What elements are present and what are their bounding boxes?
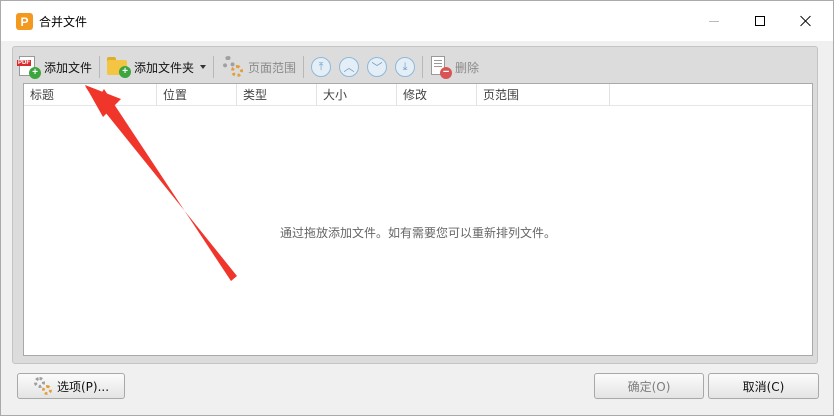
page-range-label: 页面范围 <box>248 60 297 75</box>
toolbar: PDF + 添加文件 + 添加文件夹 页面范围 ⤒ ︿ ﹀ ⤓ − 删除 <box>13 51 815 83</box>
maximize-button[interactable] <box>737 1 783 41</box>
close-button[interactable] <box>783 1 829 41</box>
options-label: 选项(P)... <box>56 379 110 394</box>
toolbar-separator <box>213 56 215 78</box>
toolbar-separator <box>99 56 101 78</box>
move-up-icon[interactable]: ︿ <box>339 57 360 77</box>
column-header-page-range[interactable]: 页范围 <box>477 84 610 106</box>
maximize-icon <box>755 16 765 26</box>
options-button[interactable]: 选项(P)... <box>17 373 125 399</box>
file-list[interactable]: 标题 位置 类型 大小 修改 页范围 通过拖放添加文件。如有需要您可以重新排列文… <box>23 83 813 356</box>
cancel-label: 取消(C) <box>742 379 785 394</box>
page-range-button[interactable]: 页面范围 <box>217 53 300 81</box>
add-folder-button[interactable]: + 添加文件夹 <box>103 53 210 81</box>
column-header-title[interactable]: 标题 <box>24 84 157 106</box>
delete-button[interactable]: − 删除 <box>426 53 483 81</box>
add-folder-icon: + <box>107 56 132 78</box>
chevron-down-icon[interactable] <box>200 65 207 69</box>
delete-file-icon: − <box>430 55 453 79</box>
title-bar: P 合并文件 <box>1 1 833 41</box>
empty-list-hint: 通过拖放添加文件。如有需要您可以重新排列文件。 <box>279 226 556 240</box>
app-logo-icon: P <box>16 13 33 30</box>
minimize-button[interactable] <box>691 1 737 41</box>
minimize-icon <box>709 20 719 22</box>
move-down-icon[interactable]: ﹀ <box>367 57 388 77</box>
add-folder-label: 添加文件夹 <box>134 60 195 75</box>
merge-files-window: P 合并文件 PDF + 添加文件 + 添加文件夹 页面范围 ⤒ ︿ ﹀ ⤓ −… <box>0 0 834 416</box>
move-to-top-icon[interactable]: ⤒ <box>311 57 332 77</box>
add-pdf-file-icon: PDF + <box>17 55 41 79</box>
file-list-header: 标题 位置 类型 大小 修改 页范围 <box>24 84 812 106</box>
column-header-size[interactable]: 大小 <box>317 84 397 106</box>
ok-button[interactable]: 确定(O) <box>594 373 704 399</box>
gear-icon <box>221 55 245 79</box>
column-header-type[interactable]: 类型 <box>237 84 317 106</box>
move-to-bottom-icon[interactable]: ⤓ <box>395 57 416 77</box>
close-icon <box>800 15 812 27</box>
cancel-button[interactable]: 取消(C) <box>708 373 819 399</box>
window-title: 合并文件 <box>39 15 88 29</box>
ok-label: 确定(O) <box>627 379 671 394</box>
add-file-button[interactable]: PDF + 添加文件 <box>13 53 96 81</box>
toolbar-separator <box>422 56 424 78</box>
column-header-modified[interactable]: 修改 <box>397 84 477 106</box>
delete-label: 删除 <box>455 60 480 75</box>
toolbar-separator <box>303 56 305 78</box>
gear-icon <box>33 376 53 396</box>
add-file-label: 添加文件 <box>44 60 93 75</box>
column-header-location[interactable]: 位置 <box>157 84 237 106</box>
